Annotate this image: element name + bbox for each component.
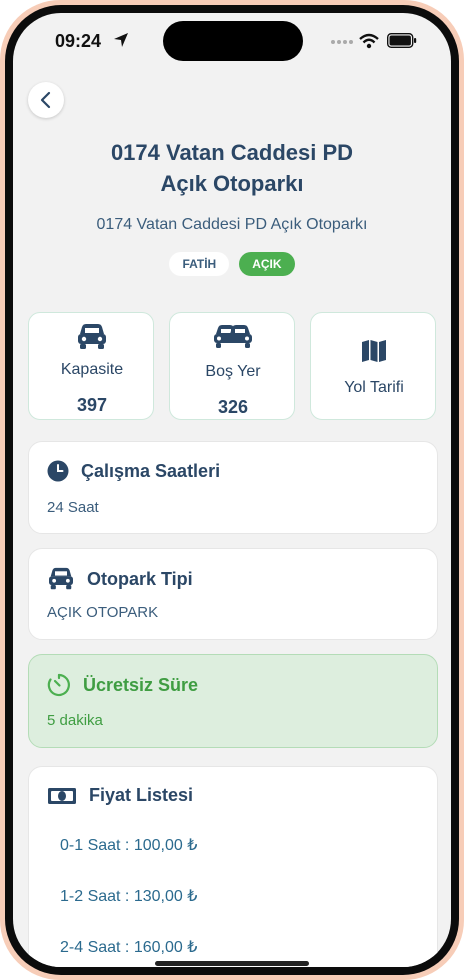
free-time-card: Ücretsiz Süre 5 dakika: [28, 654, 438, 748]
screen: 09:24 0174 Vatan Caddesi PD Açık Otopark…: [13, 13, 451, 967]
hours-title: Çalışma Saatleri: [81, 460, 221, 481]
location-arrow-icon: [114, 33, 128, 47]
price-item: 0-1 Saat : 100,00 ₺: [60, 837, 198, 854]
park-type-card: Otopark Tipi AÇIK OTOPARK: [28, 548, 438, 640]
battery-icon: [387, 33, 417, 48]
price-list-card: Fiyat Listesi 0-1 Saat : 100,00 ₺ 1-2 Sa…: [28, 766, 438, 967]
status-time: 09:24: [55, 31, 102, 51]
free-spaces-label: Boş Yer: [205, 363, 261, 380]
status-badge: AÇIK: [239, 252, 295, 276]
hours-card: Çalışma Saatleri 24 Saat: [28, 441, 438, 534]
badges: FATİH AÇIK: [13, 252, 451, 276]
map-icon: [362, 340, 386, 362]
hours-value: 24 Saat: [47, 499, 99, 516]
free-spaces-card: Boş Yer 326: [169, 312, 295, 420]
free-time-value: 5 dakika: [47, 712, 103, 729]
signal-icon: [331, 40, 353, 44]
money-icon: [48, 787, 76, 804]
title-line-1: 0174 Vatan Caddesi PD: [110, 140, 354, 165]
car-icon: [78, 324, 106, 349]
price-list-title: Fiyat Listesi: [89, 785, 194, 805]
wifi-icon: [359, 33, 379, 49]
free-spaces-value: 326: [217, 397, 249, 417]
dynamic-island: [163, 21, 303, 61]
clock-icon: [47, 460, 69, 482]
capacity-value: 397: [76, 395, 108, 415]
page-title: 0174 Vatan Caddesi PD Açık Otoparkı: [13, 137, 451, 199]
page-subtitle: 0174 Vatan Caddesi PD Açık Otoparkı: [96, 216, 368, 233]
capacity-card: Kapasite 397: [28, 312, 154, 420]
park-type-value: AÇIK OTOPARK: [47, 604, 159, 621]
capacity-label: Kapasite: [60, 361, 124, 378]
directions-button[interactable]: Yol Tarifi: [310, 312, 436, 420]
free-time-title: Ücretsiz Süre: [83, 674, 199, 695]
car-icon: [49, 567, 73, 590]
title-line-2: Açık Otoparkı: [160, 171, 304, 196]
timer-icon: [47, 673, 70, 697]
park-type-title: Otopark Tipi: [87, 568, 193, 589]
directions-label: Yol Tarifi: [344, 379, 404, 396]
price-item: 1-2 Saat : 130,00 ₺: [60, 888, 198, 905]
chevron-left-icon: [40, 91, 51, 109]
cars-icon: [214, 325, 252, 348]
district-badge: FATİH: [169, 252, 230, 276]
home-indicator[interactable]: [155, 961, 309, 966]
price-item: 2-4 Saat : 160,00 ₺: [60, 939, 198, 956]
back-button[interactable]: [28, 82, 64, 118]
